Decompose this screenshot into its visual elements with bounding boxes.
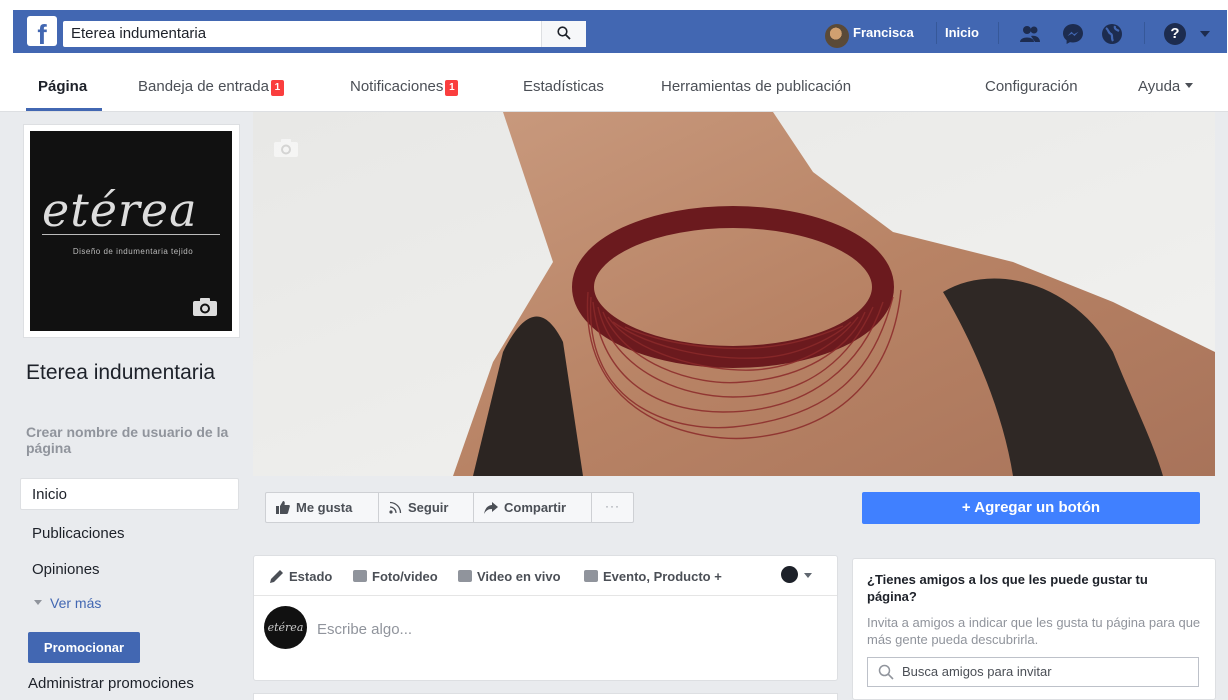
composer-tab-live[interactable]: Video en vivo: [458, 569, 561, 584]
camera-icon[interactable]: [273, 138, 299, 158]
cover-photo[interactable]: [253, 112, 1215, 476]
tab-help[interactable]: Ayuda: [1138, 78, 1194, 95]
notification-badge: 1: [270, 80, 284, 96]
composer-tab-label: Estado: [289, 569, 333, 584]
invite-friends-card: ¿Tienes amigos a los que les puede gusta…: [852, 558, 1216, 700]
video-icon: [458, 570, 472, 582]
share-label: Compartir: [504, 500, 567, 515]
divider: [998, 22, 999, 44]
invite-search-placeholder: Busca amigos para invitar: [902, 664, 1052, 679]
tab-insights[interactable]: Estadísticas: [523, 78, 604, 95]
composer-tab-photo[interactable]: Foto/video: [353, 569, 438, 584]
event-icon: [584, 570, 598, 582]
rss-icon: [389, 501, 402, 514]
sidebar-item-inicio[interactable]: Inicio: [32, 486, 67, 503]
follow-label: Seguir: [408, 500, 449, 515]
search-icon: [557, 26, 571, 40]
pencil-icon: [270, 570, 283, 583]
chevron-down-icon: [1185, 83, 1194, 88]
chevron-down-icon[interactable]: [804, 573, 812, 578]
page-title: Eterea indumentaria: [26, 361, 216, 384]
more-options-button[interactable]: ···: [592, 493, 633, 522]
share-button[interactable]: Compartir: [474, 493, 592, 522]
see-more-label: Ver más: [50, 595, 102, 611]
user-avatar[interactable]: [825, 24, 849, 48]
tab-label: Estadísticas: [523, 78, 604, 95]
avatar: etérea: [264, 606, 307, 649]
notification-badge: 1: [445, 80, 459, 96]
tab-notifications[interactable]: Notificaciones 1: [350, 78, 459, 96]
tab-label: Notificaciones: [350, 78, 444, 95]
tab-label: Página: [38, 78, 88, 95]
tab-label: Herramientas de publicación: [661, 78, 852, 95]
feed-card: [253, 693, 838, 700]
globe-icon[interactable]: [1100, 22, 1124, 46]
thumbs-up-icon: [276, 501, 290, 514]
manage-promotions-link[interactable]: Administrar promociones: [28, 675, 194, 692]
search-input[interactable]: Eterea indumentaria: [63, 21, 586, 47]
divider: [936, 22, 937, 44]
promote-button[interactable]: Promocionar: [28, 632, 140, 663]
help-icon[interactable]: ?: [1164, 23, 1186, 45]
create-username-link[interactable]: Crear nombre de usuario de la página: [26, 424, 241, 456]
invite-search-input[interactable]: Busca amigos para invitar: [867, 657, 1199, 687]
page-avatar-selector[interactable]: [781, 566, 798, 583]
chevron-down-icon: [34, 600, 42, 605]
user-name-link[interactable]: Francisca: [853, 25, 914, 40]
see-more-link[interactable]: Ver más: [34, 595, 101, 611]
messenger-icon[interactable]: [1061, 22, 1085, 46]
tab-label: Ayuda: [1138, 78, 1181, 95]
add-button-cta[interactable]: + Agregar un botón: [862, 492, 1200, 524]
composer-tab-label: Foto/video: [372, 569, 438, 584]
composer-tab-event[interactable]: Evento, Producto +: [584, 569, 722, 584]
logo-tagline: Diseño de indumentaria tejido: [72, 247, 194, 256]
tab-label: Configuración: [985, 78, 1078, 95]
share-arrow-icon: [484, 502, 498, 514]
photo-icon: [353, 570, 367, 582]
profile-picture[interactable]: etérea Diseño de indumentaria tejido: [30, 131, 232, 331]
logo-script-text: etérea: [42, 183, 198, 237]
cover-image: [253, 112, 1215, 476]
tab-inbox[interactable]: Bandeja de entrada 1: [138, 78, 284, 96]
composer-tab-status[interactable]: Estado: [270, 569, 332, 584]
divider: [1144, 22, 1145, 44]
friends-icon[interactable]: [1018, 22, 1042, 46]
follow-button[interactable]: Seguir: [379, 493, 474, 522]
sidebar-item-publicaciones[interactable]: Publicaciones: [32, 525, 125, 542]
post-input[interactable]: Escribe algo...: [317, 621, 412, 638]
invite-title: ¿Tienes amigos a los que les puede gusta…: [867, 572, 1148, 604]
like-button[interactable]: Me gusta: [266, 493, 379, 522]
composer-tab-label: Video en vivo: [477, 569, 561, 584]
logo-divider: [42, 234, 220, 235]
composer-tab-label: Evento, Producto +: [603, 569, 722, 584]
facebook-logo[interactable]: f: [27, 16, 57, 46]
tab-pagina[interactable]: Página: [38, 78, 87, 95]
invite-subtitle: Invita a amigos a indicar que les gusta …: [867, 615, 1201, 647]
post-composer: Estado Foto/video Video en vivo Evento, …: [253, 555, 838, 681]
tab-label: Bandeja de entrada: [138, 78, 269, 95]
search-button[interactable]: [541, 21, 586, 47]
chevron-down-icon[interactable]: [1200, 31, 1210, 37]
active-tab-indicator: [26, 108, 102, 111]
like-label: Me gusta: [296, 500, 353, 515]
tab-settings[interactable]: Configuración: [985, 78, 1078, 95]
search-icon: [878, 664, 894, 680]
sidebar-item-opiniones[interactable]: Opiniones: [32, 561, 100, 578]
tab-publishing-tools[interactable]: Herramientas de publicación: [661, 78, 851, 95]
page-actions: Me gusta Seguir Compartir ···: [265, 492, 634, 523]
composer-tabs: Estado Foto/video Video en vivo Evento, …: [254, 556, 837, 596]
home-link[interactable]: Inicio: [945, 25, 979, 40]
camera-icon[interactable]: [192, 297, 218, 317]
